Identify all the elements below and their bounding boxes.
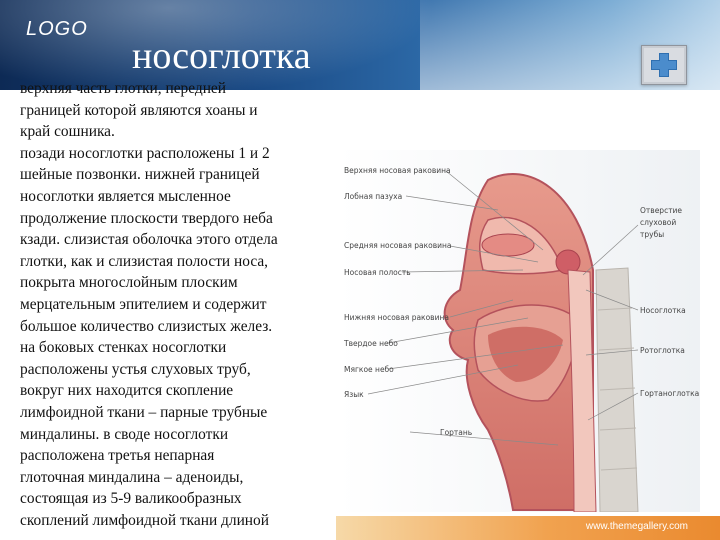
text-line: шейные позвонки. нижней границей [20,166,260,184]
text-line: верхняя часть глотки, передней [20,80,226,97]
text-line: кзади. слизистая оболочка этого отдела [20,231,278,249]
text-line: лимфоидной ткани – парные трубные [20,403,268,421]
text-line: миндалины. в своде носоглотки [20,425,229,443]
header-banner [0,0,720,90]
page-title: носоглотка [132,35,311,77]
figure-label: Верхняя носовая раковина [344,166,451,175]
figure-label: Твердое небо [344,339,398,348]
body-text: верхняя часть глотки, передней границей … [20,78,338,531]
figure-label: Отверстие [640,206,683,215]
text-line: большое количество слизистых желез. [20,317,273,335]
figure-label: Нижняя носовая раковина [344,313,449,322]
text-line: скоплений лимфоидной ткани длиной [20,511,269,529]
figure-label: Лобная пазуха [344,192,403,201]
figure-label: Ротоглотка [640,346,685,355]
text-line: вокруг них находится скопление [20,382,234,400]
text-line: на боковых стенках носоглотки [20,339,227,357]
figure-label: слуховой [640,218,677,227]
figure-label: Носоглотка [640,306,686,315]
text-line: мерцательным эпителием и содержит [20,295,267,313]
figure-label: Гортаноглотка [640,389,700,398]
figure-label: Средняя носовая раковина [344,241,452,250]
text-line: покрыта многослойным плоским [20,274,238,292]
text-line: расположены устья слуховых труб, [20,360,251,378]
figure-label: трубы [640,230,665,239]
footer-url[interactable]: www.themegallery.com [586,521,688,532]
text-line: продолжение плоскости твердого неба [20,209,273,227]
figure-label: Язык [344,390,364,399]
text-line: границей которой являются хоаны и [20,101,258,119]
figure-label: Гортань [440,428,473,437]
text-line: край сошника. [20,123,115,141]
figure-label: Мягкое небо [344,365,394,374]
figure-label: Носовая полость [344,268,411,277]
anatomy-figure: Верхняя носовая раковина Лобная пазуха С… [338,150,700,513]
logo: LOGO [26,18,88,40]
text-line: глоточная миндалина – аденоиды, [20,468,244,486]
text-line: расположена третья непарная [20,447,215,465]
text-line: глотки, как и слизистая полости носа, [20,252,269,270]
text-line: носоглотки является мысленное [20,187,231,205]
text-line: позади носоглотки расположены 1 и 2 [20,144,270,162]
text-line: состоящая из 5-9 валикообразных [20,490,242,508]
pharynx-illustration [338,150,700,513]
medical-cross-icon [641,45,687,85]
